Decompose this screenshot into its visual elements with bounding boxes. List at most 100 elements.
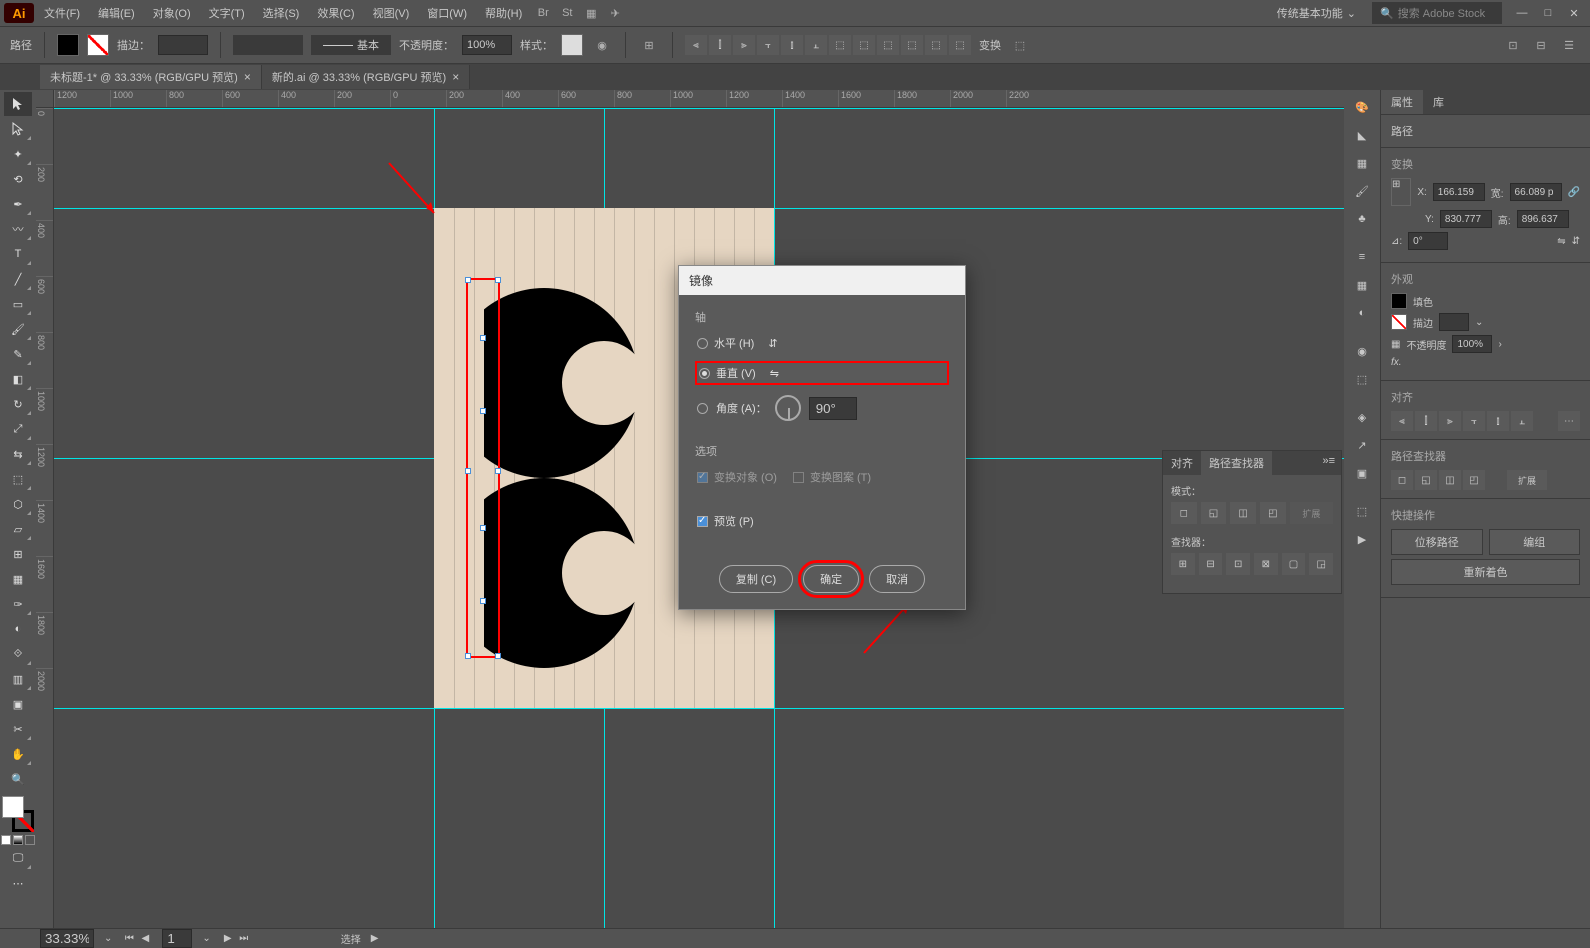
paintbrush-tool[interactable]: 🖌 xyxy=(4,317,32,341)
rotate-tool[interactable]: ↻ xyxy=(4,392,32,416)
appearance-opacity-input[interactable] xyxy=(1452,335,1492,353)
recolor-btn[interactable]: 重新着色 xyxy=(1391,559,1580,585)
link-icon[interactable]: 🔗 xyxy=(1568,187,1580,198)
ruler-origin[interactable] xyxy=(36,90,54,108)
free-transform-tool[interactable]: ⬚ xyxy=(4,467,32,491)
dist-h2[interactable]: ⬚ xyxy=(877,35,899,55)
align-vcenter[interactable]: ⫾ xyxy=(781,35,803,55)
status-menu-icon[interactable]: ▶ xyxy=(371,933,379,944)
workspace-switcher[interactable]: 传统基本功能 ⌄ xyxy=(1269,2,1364,24)
pf-minusfront-float[interactable]: ◱ xyxy=(1201,502,1227,524)
screen-mode[interactable]: 🖵 xyxy=(4,846,32,870)
magic-wand-tool[interactable]: ✦ xyxy=(4,142,32,166)
dist-v2[interactable]: ⬚ xyxy=(901,35,923,55)
menu-select[interactable]: 选择(S) xyxy=(255,1,308,25)
fill-stroke-indicator[interactable] xyxy=(2,796,34,832)
brushes-icon[interactable]: 🖌 xyxy=(1348,178,1376,204)
artboards-icon[interactable]: ▣ xyxy=(1348,460,1376,486)
tab-properties[interactable]: 属性 xyxy=(1381,90,1423,114)
stock-icon[interactable]: St xyxy=(556,2,578,24)
transform-icon[interactable]: ⬚ xyxy=(1009,34,1031,56)
prev-artboard[interactable]: ◀ xyxy=(138,932,152,946)
list-icon[interactable]: ☰ xyxy=(1558,34,1580,56)
asset-export-icon[interactable]: ↗ xyxy=(1348,432,1376,458)
fill-color[interactable] xyxy=(1391,293,1407,309)
pf-outline[interactable]: ▢ xyxy=(1282,553,1306,575)
angle-dial[interactable] xyxy=(775,395,801,421)
transform-angle-input[interactable] xyxy=(1408,232,1448,250)
offset-path-btn[interactable]: 位移路径 xyxy=(1391,529,1483,555)
transform-y-input[interactable] xyxy=(1440,210,1492,228)
copy-button[interactable]: 复制 (C) xyxy=(719,565,793,593)
lasso-tool[interactable]: ⟲ xyxy=(4,167,32,191)
stroke-weight-input[interactable] xyxy=(158,35,208,55)
pf-minus-front[interactable]: ◱ xyxy=(1415,470,1437,490)
transparency-icon[interactable]: ◐ xyxy=(1348,300,1376,326)
dist-h[interactable]: ⬚ xyxy=(829,35,851,55)
color-guide-icon[interactable]: ◣ xyxy=(1348,122,1376,148)
align-bottom[interactable]: ⫠ xyxy=(805,35,827,55)
doc-tab-1[interactable]: 未标题-1* @ 33.33% (RGB/GPU 预览)× xyxy=(40,65,262,89)
slice-tool[interactable]: ✂ xyxy=(4,717,32,741)
pf-exclude[interactable]: ◰ xyxy=(1463,470,1485,490)
color-icon[interactable]: 🎨 xyxy=(1348,94,1376,120)
align-right[interactable]: ⫸ xyxy=(733,35,755,55)
type-tool[interactable]: T xyxy=(4,242,32,266)
blend-tool[interactable]: ◐ xyxy=(4,617,32,641)
stroke-swatch[interactable] xyxy=(87,34,109,56)
css-icon[interactable]: ⬚ xyxy=(1348,498,1376,524)
rectangle-tool[interactable]: ▭ xyxy=(4,292,32,316)
color-mode-color[interactable] xyxy=(1,835,11,845)
symbols-icon[interactable]: ♣ xyxy=(1348,206,1376,232)
isolate-icon[interactable]: ⊡ xyxy=(1502,34,1524,56)
eraser-tool[interactable]: ◧ xyxy=(4,367,32,391)
line-tool[interactable]: ╱ xyxy=(4,267,32,291)
transform-w-input[interactable] xyxy=(1510,183,1562,201)
zoom-input[interactable] xyxy=(40,929,94,948)
menu-help[interactable]: 帮助(H) xyxy=(477,1,530,25)
edit-icon[interactable]: ⊟ xyxy=(1530,34,1552,56)
ruler-vertical[interactable]: 0200400600800100012001400160018002000 xyxy=(36,108,54,928)
menu-effect[interactable]: 效果(C) xyxy=(309,1,362,25)
tab-libraries[interactable]: 库 xyxy=(1423,90,1454,114)
fill-swatch[interactable] xyxy=(57,34,79,56)
search-input[interactable]: 🔍搜索 Adobe Stock xyxy=(1372,2,1502,24)
selection-tool[interactable] xyxy=(4,92,32,116)
stroke-color[interactable] xyxy=(1391,314,1407,330)
artboard-tool[interactable]: ▣ xyxy=(4,692,32,716)
swatches-icon[interactable]: ▦ xyxy=(1348,150,1376,176)
ok-button[interactable]: 确定 xyxy=(803,565,859,593)
align-hcenter[interactable]: ⫿ xyxy=(709,35,731,55)
align-top-btn[interactable]: ⫟ xyxy=(1463,411,1485,431)
align-hcenter-btn[interactable]: ⫿ xyxy=(1415,411,1437,431)
stroke-weight[interactable] xyxy=(1439,313,1469,331)
pf-intersect-float[interactable]: ◫ xyxy=(1230,502,1256,524)
dist-v3[interactable]: ⬚ xyxy=(949,35,971,55)
align-left[interactable]: ⫷ xyxy=(685,35,707,55)
next-artboard[interactable]: ▶ xyxy=(221,932,235,946)
gpu-icon[interactable]: ✈ xyxy=(604,2,626,24)
flip-h-icon[interactable]: ⇋ xyxy=(1557,236,1565,247)
menu-type[interactable]: 文字(T) xyxy=(201,1,253,25)
pf-exclude-float[interactable]: ◰ xyxy=(1260,502,1286,524)
doc-tab-2[interactable]: 新的.ai @ 33.33% (RGB/GPU 预览)× xyxy=(262,65,470,89)
dist-v[interactable]: ⬚ xyxy=(853,35,875,55)
tab-close-icon[interactable]: × xyxy=(452,70,459,84)
stroke-icon[interactable]: ≡ xyxy=(1348,244,1376,270)
recolor-icon[interactable]: ◉ xyxy=(591,34,613,56)
maximize-button[interactable]: □ xyxy=(1536,4,1560,22)
appearance-icon[interactable]: ◉ xyxy=(1348,338,1376,364)
mesh-tool[interactable]: ⊞ xyxy=(4,542,32,566)
actions-icon[interactable]: ▶ xyxy=(1348,526,1376,552)
cancel-button[interactable]: 取消 xyxy=(869,565,925,593)
flip-v-icon[interactable]: ⇵ xyxy=(1572,236,1580,247)
align-left-btn[interactable]: ⫷ xyxy=(1391,411,1413,431)
column-graph-tool[interactable]: ▥ xyxy=(4,667,32,691)
zoom-tool[interactable]: 🔍 xyxy=(4,767,32,791)
pf-tab-pathfinder[interactable]: 路径查找器 xyxy=(1201,451,1272,475)
menu-edit[interactable]: 编辑(E) xyxy=(90,1,143,25)
group-btn[interactable]: 编组 xyxy=(1489,529,1581,555)
ruler-horizontal[interactable]: 1200100080060040020002004006008001000120… xyxy=(54,90,1344,108)
menu-view[interactable]: 视图(V) xyxy=(365,1,418,25)
tab-close-icon[interactable]: × xyxy=(244,70,251,84)
